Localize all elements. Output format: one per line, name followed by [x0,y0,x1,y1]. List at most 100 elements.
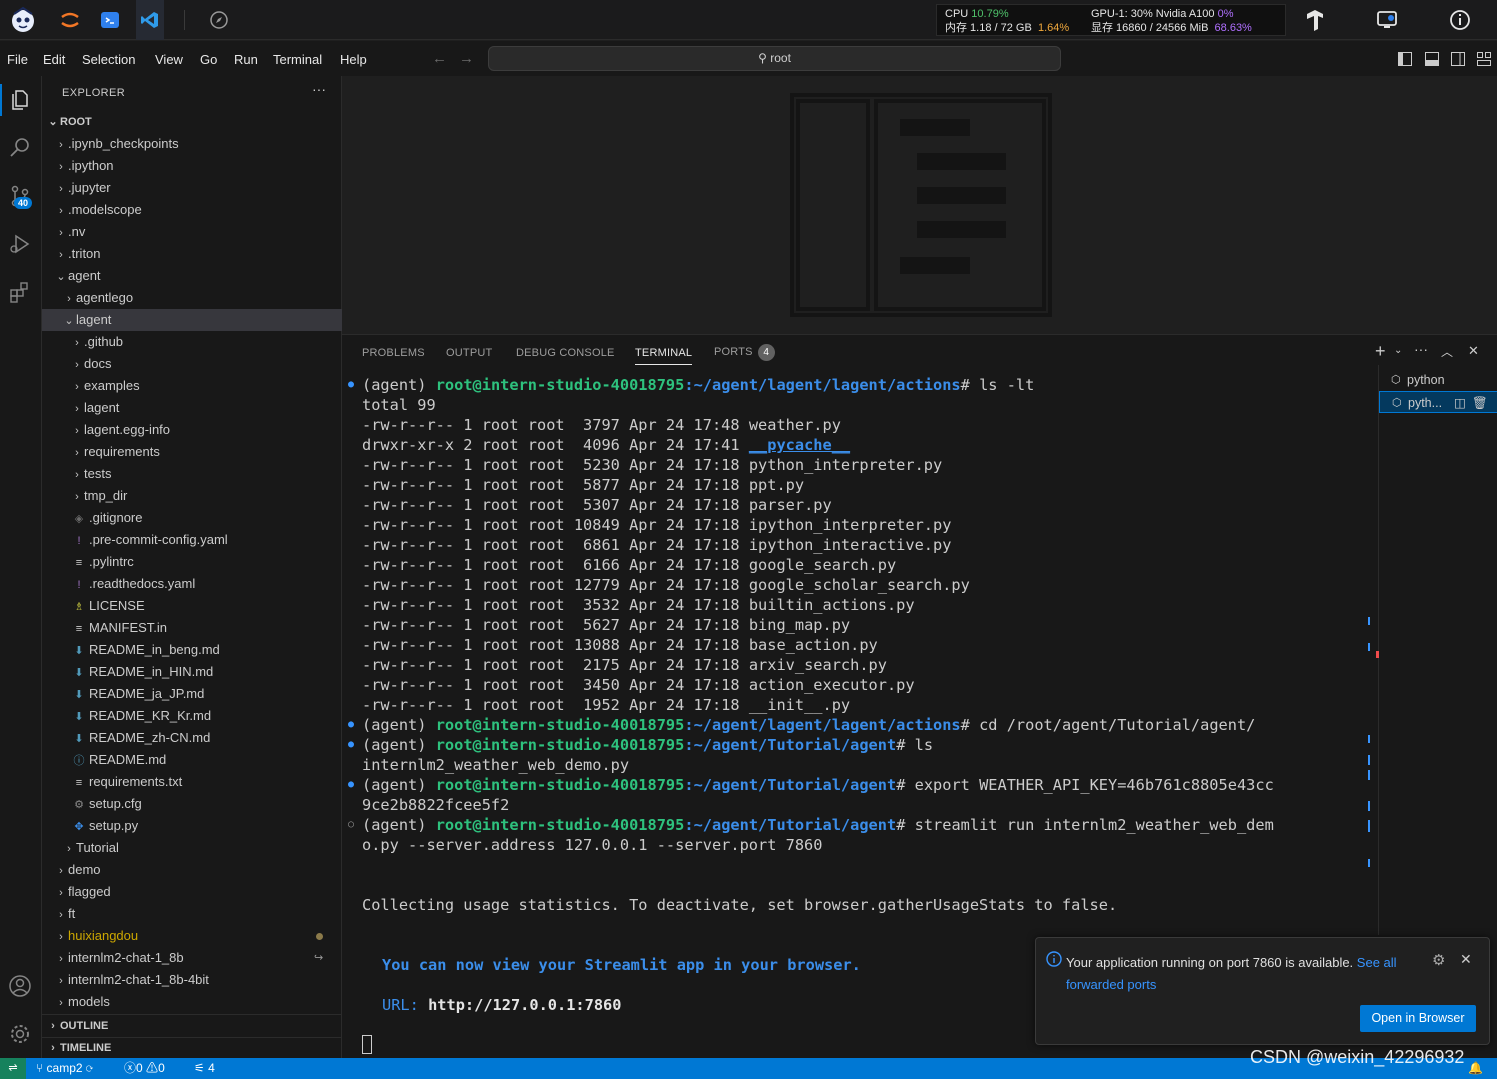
file-item[interactable]: ⬇ README_zh-CN.md [42,727,342,749]
forwarded-ports-link[interactable]: forwarded ports [1066,977,1156,992]
folder-item[interactable]: › internlm2-chat-1_8b-4bit [42,969,342,991]
folder-item[interactable]: › .ipython [42,155,342,177]
file-item[interactable]: ≡ .pylintrc [42,551,342,573]
folder-item[interactable]: › .jupyter [42,177,342,199]
timeline-section[interactable]: › TIMELINE [42,1037,342,1059]
gear-icon[interactable]: ⚙ [1432,951,1445,969]
tab-output[interactable]: OUTPUT [446,347,492,359]
folder-item[interactable]: › tests [42,463,342,485]
file-item[interactable]: ♗ LICENSE [42,595,342,617]
folder-item[interactable]: › lagent [42,397,342,419]
maximize-panel-icon[interactable]: ︿ [1441,343,1453,360]
file-item[interactable]: ⬇ README_KR_Kr.md [42,705,342,727]
file-item[interactable]: ⬇ README_in_HIN.md [42,661,342,683]
back-arrow-icon[interactable]: ← [432,50,447,67]
jupyter-icon[interactable] [58,8,82,32]
toggle-secondary-sidebar-icon[interactable] [1451,52,1465,69]
menu-go[interactable]: Go [200,52,217,67]
new-terminal-icon[interactable]: + [1375,341,1386,362]
tab-ports[interactable]: PORTS 4 [714,344,775,361]
folder-item[interactable]: ⌄ lagent [42,309,342,331]
remote-indicator[interactable]: ⇌ [0,1058,26,1079]
intern-studio-logo-icon[interactable] [8,5,38,35]
folder-item[interactable]: › agentlego [42,287,342,309]
manage-gear-icon[interactable] [4,1018,36,1050]
file-item[interactable]: ≡ MANIFEST.in [42,617,342,639]
tab-problems[interactable]: PROBLEMS [362,347,425,359]
file-item[interactable]: ⓘ README.md [42,749,342,771]
branch-status[interactable]: ⑂ camp2 ⟳ [36,1058,93,1079]
split-terminal-icon[interactable]: ◫ [1454,392,1466,414]
folder-item[interactable]: › docs [42,353,342,375]
tensorflow-icon[interactable] [1303,8,1327,32]
file-item[interactable]: ! .pre-commit-config.yaml [42,529,342,551]
menu-view[interactable]: View [155,52,183,67]
file-item[interactable]: ✥ setup.py [42,815,342,837]
terminal-app-icon[interactable] [98,8,122,32]
more-actions-icon[interactable]: ··· [312,81,326,97]
folder-item[interactable]: › demo [42,859,342,881]
folder-item[interactable]: › .modelscope [42,199,342,221]
folder-item[interactable]: › examples [42,375,342,397]
menu-help[interactable]: Help [340,52,367,67]
toggle-panel-icon[interactable] [1425,52,1439,69]
folder-item[interactable]: › requirements [42,441,342,463]
tab-debug-console[interactable]: DEBUG CONSOLE [516,347,615,359]
url-value[interactable]: http://127.0.0.1:7860 [428,996,621,1014]
see-all-link[interactable]: See all [1357,955,1397,970]
chevron-down-icon[interactable]: ⌄ [1394,345,1402,356]
menu-selection[interactable]: Selection [82,52,135,67]
terminal-tab-python-active[interactable]: ⬡ pyth... ◫ 🗑 [1379,391,1497,413]
toggle-sidebar-icon[interactable] [1398,52,1412,69]
prompt-path: :~/agent/Tutorial/agent [684,816,897,834]
folder-item[interactable]: › flagged [42,881,342,903]
command-center-search[interactable]: ⚲ root [488,46,1061,71]
explorer-icon[interactable] [4,84,36,116]
folder-item[interactable]: › .nv [42,221,342,243]
folder-item[interactable]: › .triton [42,243,342,265]
close-panel-icon[interactable]: ✕ [1468,343,1479,359]
tab-terminal[interactable]: TERMINAL [635,347,693,365]
menu-file[interactable]: File [7,52,28,67]
notifications-bell-icon[interactable]: 🔔 [1468,1058,1483,1079]
folder-item[interactable]: ⌄ agent [42,265,342,287]
root-folder-header[interactable]: ⌄ ROOT [42,111,342,133]
file-item[interactable]: ◈ .gitignore [42,507,342,529]
menu-edit[interactable]: Edit [43,52,65,67]
file-item[interactable]: ⬇ README_in_beng.md [42,639,342,661]
folder-item[interactable]: › tmp_dir [42,485,342,507]
extensions-icon[interactable] [4,276,36,308]
monitor-icon[interactable] [1375,8,1399,32]
compass-icon[interactable] [207,8,231,32]
folder-item[interactable]: › internlm2-chat-1_8b ↪ [42,947,342,969]
more-actions-icon[interactable]: ··· [1414,341,1428,357]
folder-item[interactable]: › .github [42,331,342,353]
close-icon[interactable]: ✕ [1460,951,1472,968]
folder-item[interactable]: › models [42,991,342,1013]
folder-item[interactable]: › huixiangdou [42,925,342,947]
accounts-icon[interactable] [4,970,36,1002]
folder-item[interactable]: › .ipynb_checkpoints [42,133,342,155]
run-debug-icon[interactable] [4,228,36,260]
customize-layout-icon[interactable] [1477,52,1491,69]
outline-section[interactable]: › OUTLINE [42,1015,342,1037]
search-activity-icon[interactable] [4,132,36,164]
problems-status[interactable]: ⓧ0 ⚠0 [124,1058,165,1079]
info-icon[interactable] [1448,8,1472,32]
chevron-right-icon: › [59,205,63,217]
folder-item[interactable]: › lagent.egg-info [42,419,342,441]
menu-terminal[interactable]: Terminal [273,52,322,67]
file-item[interactable]: ⬇ README_ja_JP.md [42,683,342,705]
terminal-tab-python[interactable]: ⬡ python [1379,369,1497,391]
trash-icon[interactable]: 🗑 [1472,392,1488,414]
vscode-icon[interactable] [136,0,164,40]
open-in-browser-button[interactable]: Open in Browser [1360,1005,1476,1032]
file-item[interactable]: ≡ requirements.txt [42,771,342,793]
folder-item[interactable]: › ft [42,903,342,925]
ports-status[interactable]: ⚟ 4 [194,1058,215,1079]
file-item[interactable]: ! .readthedocs.yaml [42,573,342,595]
menu-run[interactable]: Run [234,52,258,67]
folder-item[interactable]: › Tutorial [42,837,342,859]
forward-arrow-icon[interactable]: → [459,50,474,67]
file-item[interactable]: ⚙ setup.cfg [42,793,342,815]
